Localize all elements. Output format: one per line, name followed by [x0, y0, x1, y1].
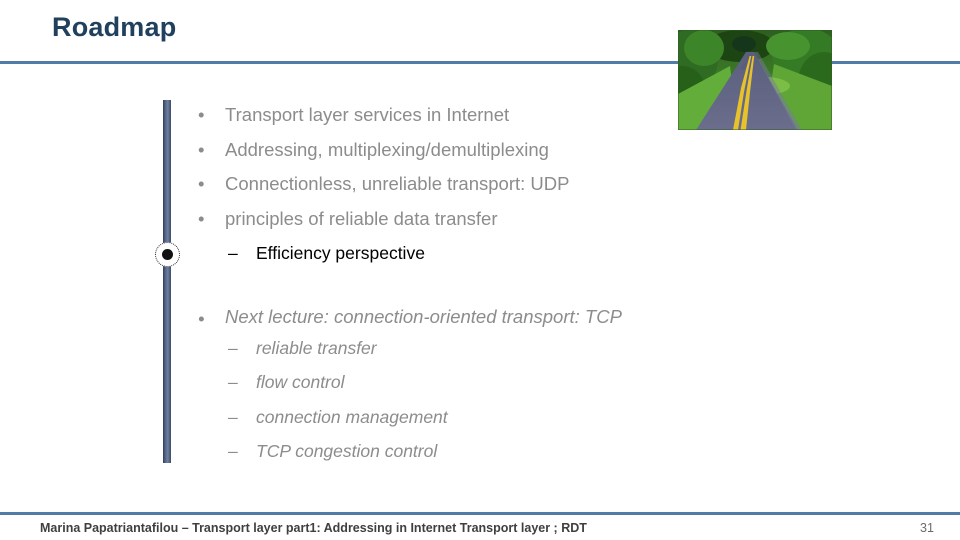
bullet-item: • Connectionless, unreliable transport: …	[190, 167, 660, 202]
bullet-item: • Addressing, multiplexing/demultiplexin…	[190, 133, 660, 168]
dash-bullet-icon: –	[228, 406, 238, 427]
sub-bullet-text: connection management	[256, 406, 448, 427]
page-number: 31	[920, 521, 934, 535]
footer-attribution: Marina Papatriantafilou – Transport laye…	[40, 521, 587, 535]
slide-body: • Transport layer services in Internet •…	[190, 98, 660, 469]
bullet-text: Transport layer services in Internet	[225, 104, 510, 125]
dash-bullet-icon: –	[228, 243, 238, 263]
road-through-trees-photo	[678, 30, 832, 130]
page-title: Roadmap	[52, 12, 177, 42]
bullet-text: principles of reliable data transfer	[225, 207, 498, 229]
sub-bullet-item-highlighted: – Efficiency perspective	[190, 236, 660, 271]
bullet-group-next-lecture: • Next lecture: connection-oriented tran…	[190, 302, 660, 469]
sub-bullet-text: flow control	[256, 372, 345, 392]
bullet-dot-icon: •	[198, 173, 205, 194]
footer-divider	[0, 512, 960, 515]
sub-bullet-item: – TCP congestion control	[190, 434, 660, 469]
bullet-text: Connectionless, unreliable transport: UD…	[225, 173, 570, 194]
sub-bullet-item: – reliable transfer	[190, 331, 660, 366]
bullet-item: • principles of reliable data transfer	[190, 202, 660, 237]
dash-bullet-icon: –	[228, 337, 238, 358]
timeline-current-node-marker	[155, 242, 180, 267]
dash-bullet-icon: –	[228, 441, 238, 461]
bullet-text: Next lecture: connection-oriented transp…	[225, 305, 622, 327]
dash-bullet-icon: –	[228, 372, 238, 392]
bullet-item: • Next lecture: connection-oriented tran…	[190, 302, 660, 331]
sub-bullet-text: TCP congestion control	[256, 441, 438, 461]
bullet-dot-icon: •	[198, 138, 205, 160]
bullet-dot-icon: •	[198, 207, 205, 229]
timeline-accent-bar	[163, 100, 171, 463]
bullet-dot-icon: •	[198, 104, 205, 125]
sub-bullet-item: – flow control	[190, 365, 660, 400]
bullet-group-covered: • Transport layer services in Internet •…	[190, 98, 660, 271]
bullet-text: Addressing, multiplexing/demultiplexing	[225, 138, 549, 160]
sub-bullet-text: Efficiency perspective	[256, 243, 425, 263]
sub-bullet-text: reliable transfer	[256, 337, 377, 358]
bullet-item: • Transport layer services in Internet	[190, 98, 660, 133]
sub-bullet-item: – connection management	[190, 400, 660, 435]
